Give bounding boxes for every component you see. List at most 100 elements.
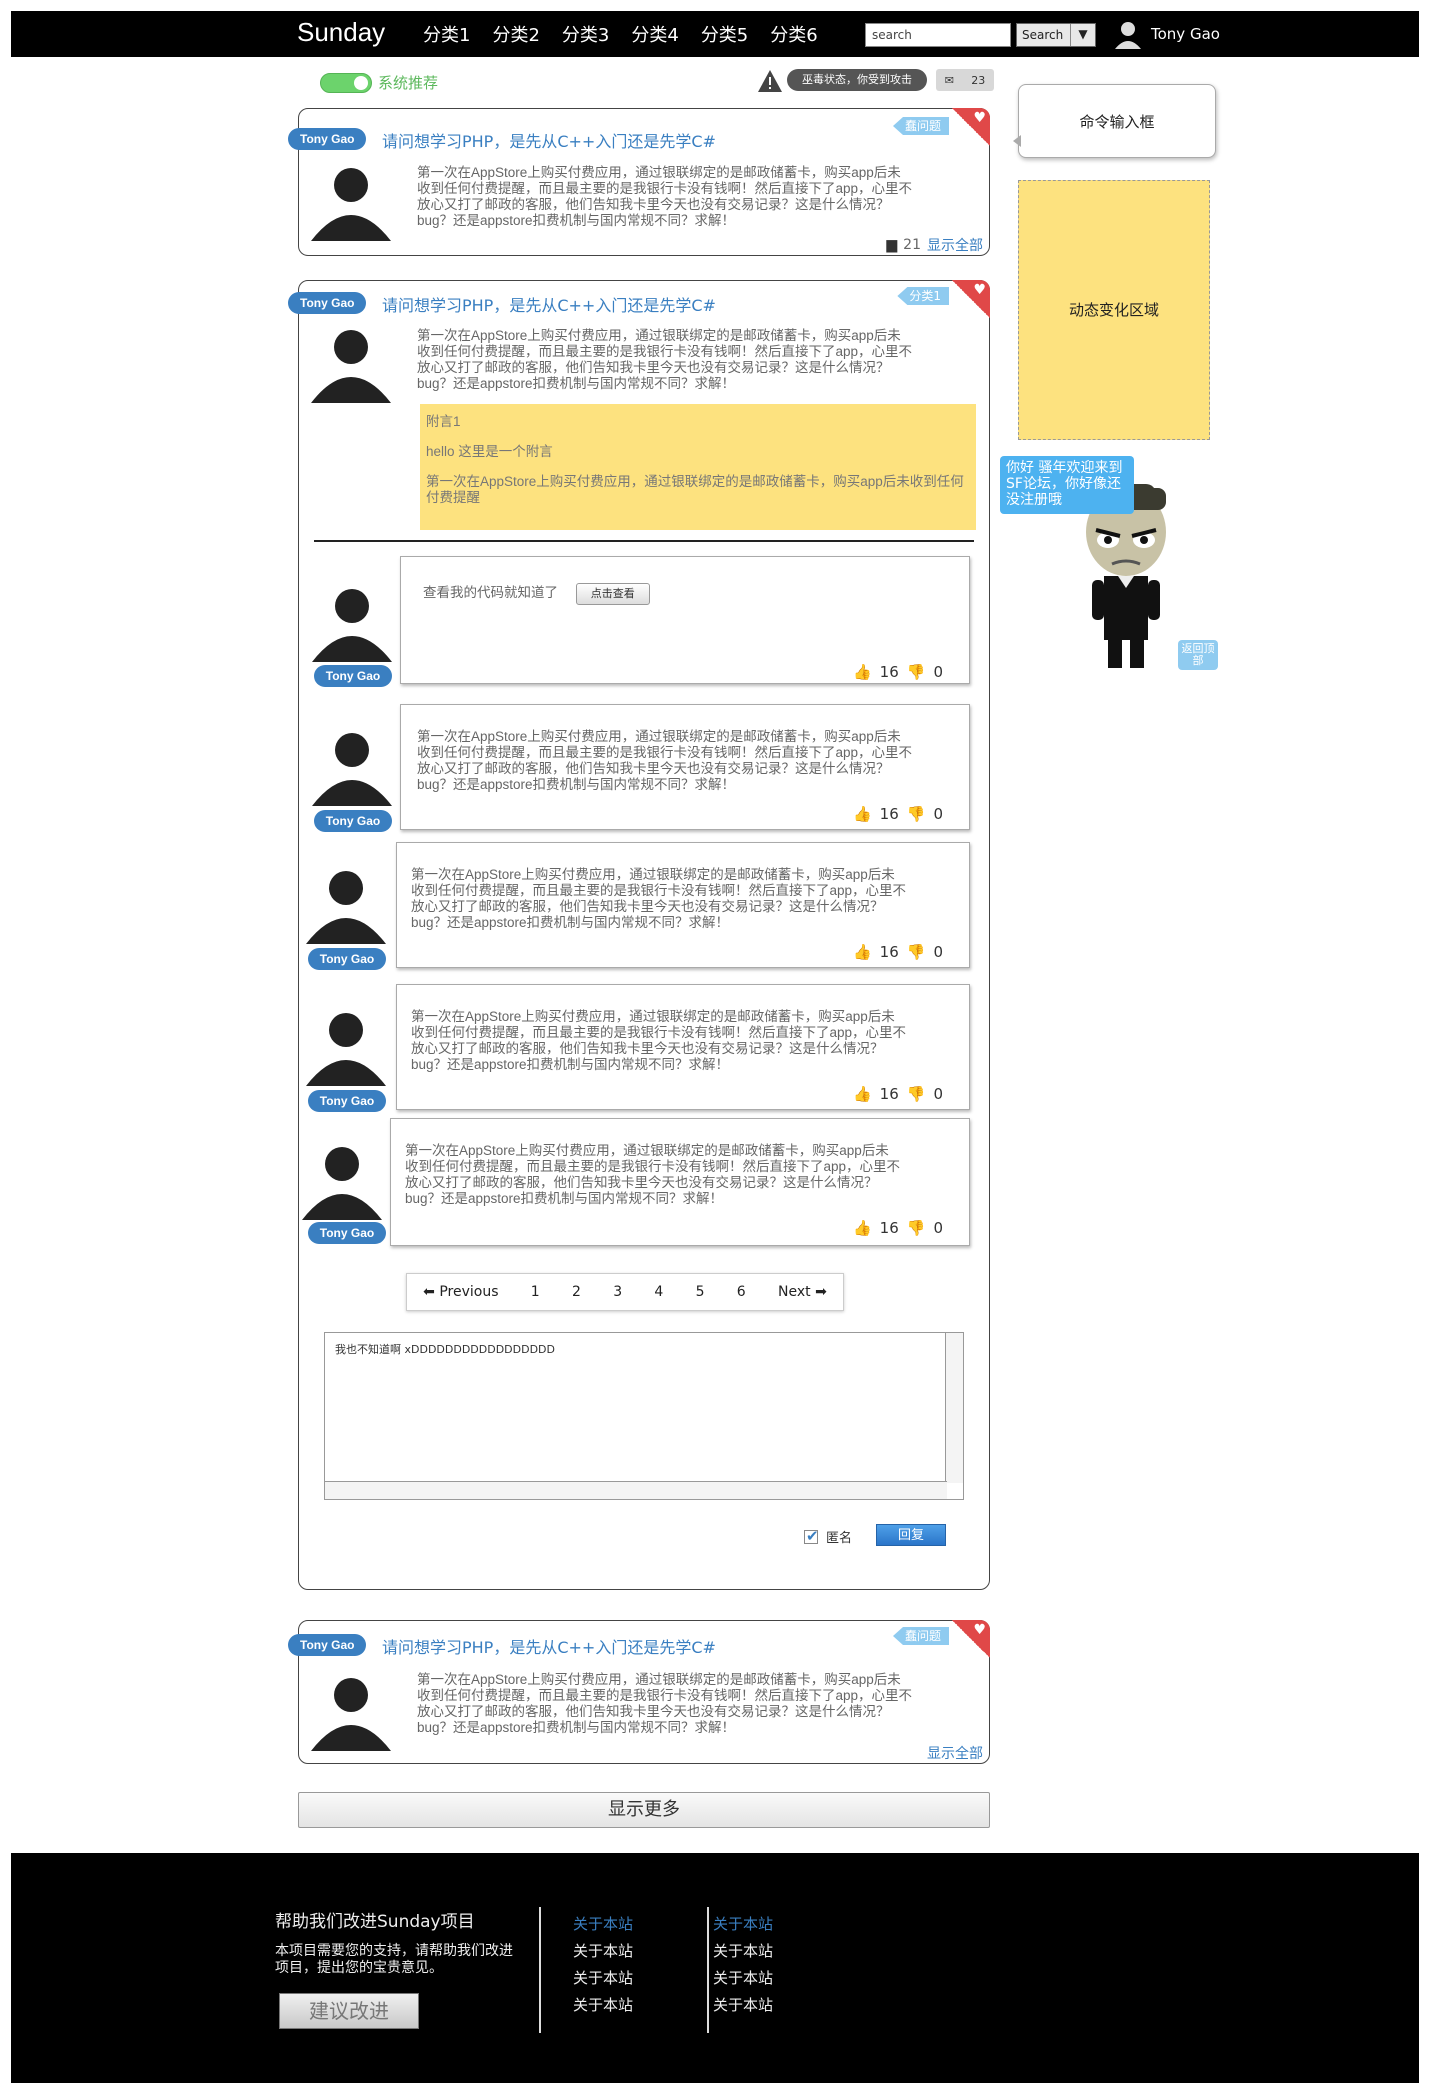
user-menu[interactable]: Tony Gao (1113, 19, 1220, 49)
suggest-improvement-button[interactable]: 建议改进 (279, 1993, 419, 2029)
thumbs-up-icon[interactable]: 👍 (853, 943, 872, 961)
user-name: Tony Gao (1151, 25, 1220, 43)
back-to-top-button[interactable]: 返回顶部 (1178, 640, 1218, 670)
pager-page-6[interactable]: 6 (737, 1284, 746, 1300)
thumbs-up-icon[interactable]: 👍 (853, 805, 872, 823)
post-meta: 显示全部 (927, 1743, 983, 1763)
post-ribbon: 蠢问题 (892, 117, 949, 135)
footer-links-column: 关于本站 关于本站 关于本站 关于本站 (573, 1911, 633, 2019)
downvote-count: 0 (933, 1219, 943, 1237)
footer-link[interactable]: 关于本站 (573, 1965, 633, 1992)
anonymous-label: 匿名 (826, 1531, 853, 1546)
reply-textarea[interactable]: 我也不知道啊 xDDDDDDDDDDDDDDDDD (324, 1332, 964, 1500)
author-tag[interactable]: Tony Gao (288, 1634, 367, 1656)
upvote-count: 16 (879, 1085, 899, 1103)
nav-category-1[interactable]: 分类1 (423, 21, 470, 47)
thumbs-down-icon[interactable]: 👎 (907, 663, 926, 681)
reply-button[interactable]: 回复 (876, 1524, 946, 1546)
search-button[interactable]: Search ▼ (1016, 23, 1096, 47)
downvote-count: 0 (933, 943, 943, 961)
vote-bar: 👍 16 👎 0 (853, 1219, 943, 1237)
post-ribbon: 蠢问题 (892, 1627, 949, 1645)
favorite-corner[interactable]: ♥ (952, 108, 990, 146)
nav-category-2[interactable]: 分类2 (492, 21, 539, 47)
footer-link[interactable]: 关于本站 (713, 1992, 773, 2019)
heart-icon: ♥ (973, 282, 986, 298)
mail-button[interactable]: ✉ 23 (936, 69, 994, 91)
post-title[interactable]: 请问想学习PHP，是先从C++入门还是先学C# (382, 1634, 716, 1658)
anonymous-option[interactable]: ✔ 匿名 (804, 1527, 852, 1546)
horizontal-scrollbar[interactable] (325, 1481, 947, 1499)
pager-page-1[interactable]: 1 (531, 1284, 540, 1300)
upvote-count: 16 (879, 805, 899, 823)
thumbs-up-icon[interactable]: 👍 (853, 1085, 872, 1103)
footer: 帮助我们改进Sunday项目 本项目需要您的支持，请帮助我们改进项目，提出您的宝… (11, 1853, 1419, 2083)
footer-link[interactable]: 关于本站 (713, 1938, 773, 1965)
reply-author-tag[interactable]: Tony Gao (308, 1222, 386, 1244)
footer-link[interactable]: 关于本站 (573, 1992, 633, 2019)
mail-count: 23 (971, 73, 986, 87)
heart-icon: ♥ (973, 1622, 986, 1638)
vote-bar: 👍 16 👎 0 (853, 663, 943, 681)
thumbs-down-icon[interactable]: 👎 (907, 1085, 926, 1103)
nav-category-6[interactable]: 分类6 (770, 21, 817, 47)
divider (314, 540, 974, 542)
post-ribbon: 分类1 (897, 287, 949, 305)
search-button-label: Search (1017, 24, 1071, 46)
show-all-link[interactable]: 显示全部 (927, 1743, 983, 1763)
footer-link[interactable]: 关于本站 (713, 1911, 773, 1938)
avatar (312, 733, 392, 806)
reply-author-tag[interactable]: Tony Gao (314, 665, 392, 687)
pager-page-5[interactable]: 5 (696, 1284, 705, 1300)
upvote-count: 16 (879, 943, 899, 961)
post-title[interactable]: 请问想学习PHP，是先从C++入门还是先学C# (382, 292, 716, 316)
downvote-count: 0 (933, 1085, 943, 1103)
search-input[interactable]: search (865, 23, 1011, 47)
check-icon: ✔ (806, 1526, 819, 1545)
favorite-corner[interactable]: ♥ (952, 280, 990, 318)
reply-author-tag[interactable]: Tony Gao (308, 1090, 386, 1112)
pager-page-3[interactable]: 3 (613, 1284, 622, 1300)
reply-text: 第一次在AppStore上购买付费应用，通过银联绑定的是邮政储蓄卡，购买app后… (411, 867, 907, 930)
thumbs-down-icon[interactable]: 👎 (907, 943, 926, 961)
nav-category-4[interactable]: 分类4 (631, 21, 678, 47)
brand-logo[interactable]: Sunday (297, 17, 385, 48)
anonymous-checkbox[interactable]: ✔ (804, 1526, 819, 1545)
avatar (311, 330, 391, 403)
nav-category-5[interactable]: 分类5 (701, 21, 748, 47)
footer-link[interactable]: 关于本站 (573, 1938, 633, 1965)
pager-next[interactable]: Next ➡ (778, 1284, 827, 1300)
vote-bar: 👍 16 👎 0 (853, 1085, 943, 1103)
footer-links-column: 关于本站 关于本站 关于本站 关于本站 (713, 1911, 773, 2019)
pager-page-4[interactable]: 4 (654, 1284, 663, 1300)
addendum-line: 第一次在AppStore上购买付费应用，通过银联绑定的是邮政储蓄卡，购买app后… (426, 474, 964, 505)
reply-author-tag[interactable]: Tony Gao (314, 810, 392, 832)
nav-category-3[interactable]: 分类3 (562, 21, 609, 47)
footer-link[interactable]: 关于本站 (713, 1965, 773, 1992)
thumbs-down-icon[interactable]: 👎 (907, 805, 926, 823)
view-code-button[interactable]: 点击查看 (575, 583, 650, 605)
show-all-link[interactable]: 显示全部 (927, 235, 983, 255)
vertical-scrollbar[interactable] (945, 1333, 963, 1483)
author-tag[interactable]: Tony Gao (288, 292, 367, 314)
footer-link[interactable]: 关于本站 (573, 1911, 633, 1938)
favorite-corner[interactable]: ♥ (952, 1620, 990, 1658)
pager-page-2[interactable]: 2 (572, 1284, 581, 1300)
footer-description: 本项目需要您的支持，请帮助我们改进项目，提出您的宝贵意见。 (275, 1943, 513, 1976)
dynamic-area: 动态变化区域 (1018, 180, 1210, 440)
command-input-box[interactable]: 命令输入框 (1013, 84, 1216, 158)
reply-author-tag[interactable]: Tony Gao (308, 948, 386, 970)
reply-text: 第一次在AppStore上购买付费应用，通过银联绑定的是邮政储蓄卡，购买app后… (411, 1009, 907, 1072)
chevron-down-icon[interactable]: ▼ (1071, 24, 1095, 46)
thumbs-up-icon[interactable]: 👍 (853, 1219, 872, 1237)
thumbs-up-icon[interactable]: 👍 (853, 663, 872, 681)
post-title[interactable]: 请问想学习PHP，是先从C++入门还是先学C# (382, 128, 716, 152)
comment-count: 21 (903, 237, 921, 253)
thumbs-down-icon[interactable]: 👎 (907, 1219, 926, 1237)
load-more-button[interactable]: 显示更多 (298, 1792, 990, 1828)
recommend-toggle[interactable] (320, 73, 372, 93)
pager-prev[interactable]: ⬅ Previous (423, 1284, 498, 1300)
avatar (306, 871, 386, 944)
post-body: 第一次在AppStore上购买付费应用，通过银联绑定的是邮政储蓄卡，购买app后… (417, 328, 913, 391)
author-tag[interactable]: Tony Gao (288, 128, 367, 150)
